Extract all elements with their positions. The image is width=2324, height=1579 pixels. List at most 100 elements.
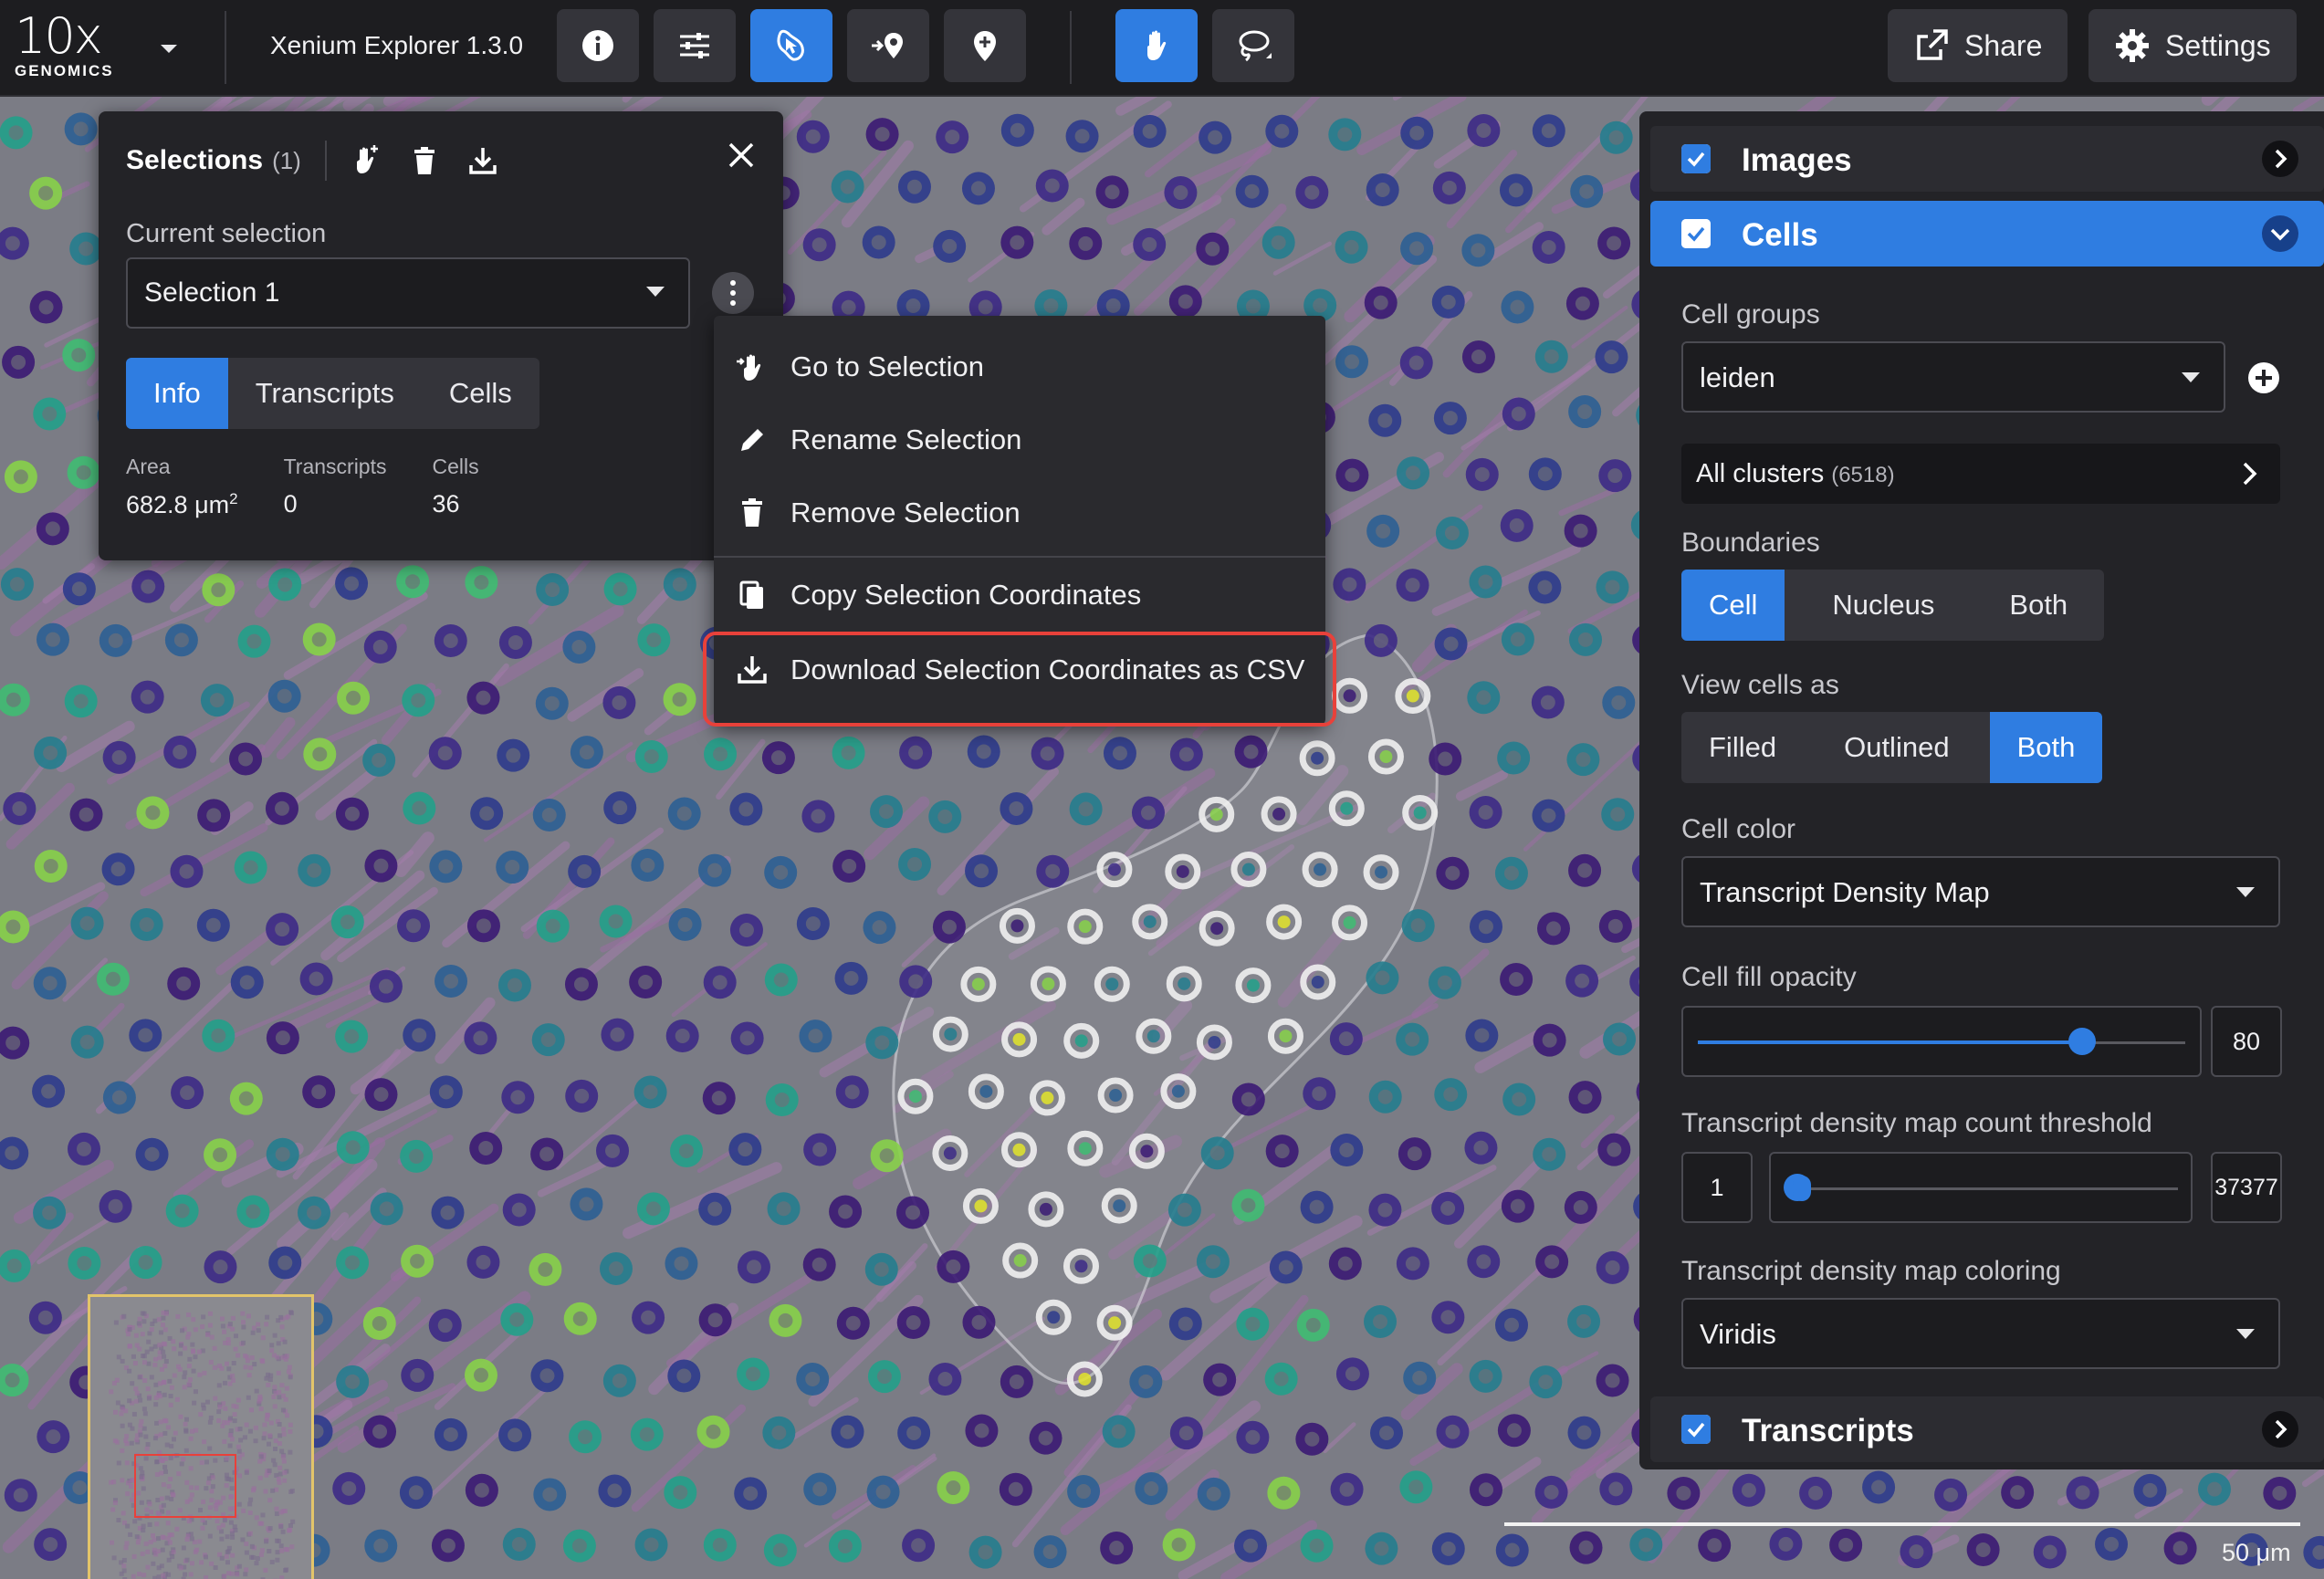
selection-more-options-button[interactable] (712, 272, 754, 314)
selections-header: Selections (1) (126, 141, 526, 181)
go-to-selection-icon[interactable] (351, 145, 382, 176)
tab-cells[interactable]: Cells (422, 358, 539, 429)
coloring-dropdown[interactable]: Viridis (1681, 1298, 2280, 1369)
threshold-label: Transcript density map count threshold (1681, 1108, 2152, 1138)
cell-groups-dropdown[interactable]: leiden (1681, 341, 2225, 413)
checkmark-icon (1681, 219, 1711, 248)
transcripts-label: Transcripts (1742, 1413, 1914, 1448)
trash-icon[interactable] (409, 145, 440, 176)
settings-button[interactable]: Settings (2088, 9, 2297, 82)
slider-track (1785, 1187, 2178, 1190)
cell-fill-opacity-label: Cell fill opacity (1681, 962, 1857, 992)
stat-area-value: 682.8 μm2 (126, 490, 238, 519)
lasso-icon (1239, 30, 1272, 62)
sliders-icon (680, 33, 709, 58)
cell-color-dropdown[interactable]: Transcript Density Map (1681, 856, 2280, 927)
view-cells-toggle: Filled Outlined Both (1681, 712, 2103, 783)
stat-area-number: 682.8 μm (126, 491, 230, 518)
boundaries-option-both[interactable]: Both (1982, 570, 2104, 641)
menu-item-go-to-selection[interactable]: Go to Selection (714, 330, 1325, 403)
lasso-tool-button[interactable] (1212, 9, 1294, 82)
images-label: Images (1742, 142, 1852, 178)
scale-bar-label: 50 μm (2222, 1539, 2291, 1566)
tab-info[interactable]: Info (126, 358, 228, 429)
boundaries-option-nucleus[interactable]: Nucleus (1785, 570, 1982, 641)
stat-cells-label: Cells (432, 455, 479, 478)
threshold-max-input[interactable]: 37377 (2211, 1152, 2282, 1223)
chevron-right-icon[interactable] (2262, 1411, 2298, 1448)
location-arrow-icon (872, 33, 903, 58)
all-clusters-row[interactable]: All clusters (6518) (1681, 444, 2280, 504)
chevron-down-icon[interactable] (157, 37, 181, 60)
chevron-down-icon (2236, 887, 2255, 897)
cells-checkbox[interactable] (1681, 219, 1711, 248)
chevron-right-icon[interactable] (2262, 141, 2298, 177)
tab-transcripts[interactable]: Transcripts (228, 358, 422, 429)
stat-cells-value: 36 (432, 490, 460, 518)
threshold-min-input[interactable]: 1 (1681, 1152, 1753, 1223)
transcripts-checkbox[interactable] (1681, 1415, 1711, 1444)
images-checkbox[interactable] (1681, 144, 1711, 173)
scale-bar (1504, 1522, 2300, 1526)
chevron-down-icon[interactable] (2262, 215, 2298, 252)
menu-divider (714, 556, 1325, 558)
pan-tool-button[interactable] (1115, 9, 1198, 82)
chevron-down-icon (646, 287, 665, 297)
minimap[interactable] (88, 1294, 314, 1579)
all-clusters-text: All clusters (6518) (1696, 459, 1895, 489)
cells-section-header[interactable]: Cells (1650, 201, 2324, 267)
toolbar-divider (225, 11, 226, 84)
gear-icon (2116, 29, 2149, 62)
go-to-location-button[interactable] (847, 9, 929, 82)
share-button[interactable]: Share (1888, 9, 2068, 82)
logo-subtext: GENOMICS (15, 62, 114, 79)
images-section-header[interactable]: Images (1650, 126, 2324, 192)
toolbar-divider (1070, 11, 1072, 84)
checkmark-icon (1681, 1415, 1711, 1444)
logo-text: 10x (15, 7, 103, 65)
chevron-down-icon (2236, 1329, 2255, 1339)
slider-handle-max[interactable] (1793, 1176, 1811, 1201)
menu-item-copy-coordinates[interactable]: Copy Selection Coordinates (714, 559, 1325, 632)
stat-area-exponent: 2 (229, 490, 238, 507)
transcripts-section-header[interactable]: Transcripts (1650, 1396, 2324, 1462)
menu-item-label: Remove Selection (790, 497, 1021, 528)
trash-icon (742, 498, 762, 527)
menu-item-remove-selection[interactable]: Remove Selection (714, 476, 1325, 549)
chevron-down-icon (2182, 372, 2200, 382)
share-label: Share (1964, 28, 2043, 62)
checkmark-icon (1681, 144, 1711, 173)
view-cells-label: View cells as (1681, 670, 1839, 700)
view-cells-option-outlined[interactable]: Outlined (1804, 712, 1989, 783)
view-cells-option-filled[interactable]: Filled (1681, 712, 1804, 783)
add-cell-group-icon[interactable] (2245, 360, 2282, 396)
minimap-viewport-rect[interactable] (134, 1454, 236, 1518)
adjustments-button[interactable] (654, 9, 736, 82)
menu-item-rename-selection[interactable]: Rename Selection (714, 403, 1325, 476)
cell-groups-label: Cell groups (1681, 299, 1820, 329)
cell-fill-opacity-slider[interactable] (1681, 1006, 2202, 1077)
slider-handle[interactable] (2068, 1028, 2096, 1055)
view-cells-option-both[interactable]: Both (1989, 712, 2103, 783)
selection-tool-button[interactable] (750, 9, 832, 82)
current-selection-dropdown[interactable]: Selection 1 (126, 257, 690, 329)
stat-transcripts: Transcripts 0 (284, 455, 387, 519)
cell-fill-opacity-input[interactable]: 80 (2211, 1006, 2282, 1077)
add-pin-button[interactable] (944, 9, 1026, 82)
xenium-explorer-window: 50 μm 10x GENOMICS Xenium Explorer 1.3.0 (0, 0, 2324, 1579)
download-icon[interactable] (467, 145, 498, 176)
all-clusters-label: All clusters (1696, 459, 1825, 488)
selection-tabs: Info Transcripts Cells (126, 358, 539, 429)
coloring-value: Viridis (1700, 1318, 1776, 1350)
10x-genomics-logo[interactable]: 10x GENOMICS (15, 9, 115, 82)
hand-icon (1147, 30, 1167, 60)
highlight-annotation-box (703, 632, 1336, 727)
threshold-range-slider[interactable] (1769, 1152, 2193, 1223)
header-divider (324, 141, 327, 181)
boundaries-option-cell[interactable]: Cell (1681, 570, 1785, 641)
top-toolbar: 10x GENOMICS Xenium Explorer 1.3.0 Share… (0, 0, 2324, 97)
info-icon (582, 30, 613, 61)
close-icon[interactable] (725, 139, 758, 172)
info-button[interactable] (557, 9, 639, 82)
boundaries-toggle: Cell Nucleus Both (1681, 570, 2105, 641)
